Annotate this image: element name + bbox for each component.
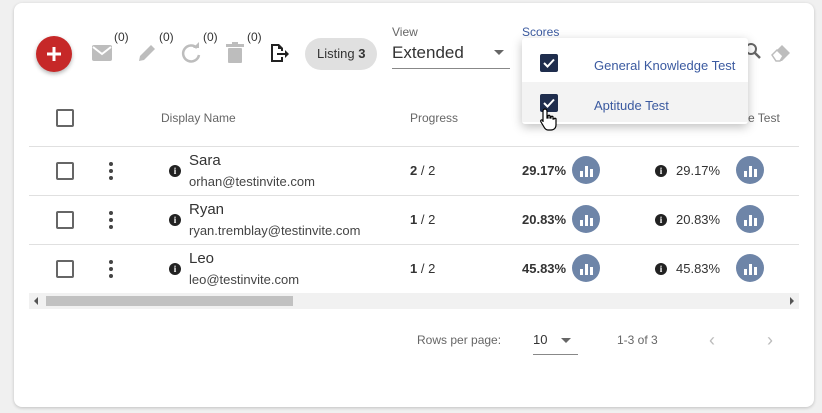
divider	[29, 146, 799, 147]
next-page-button[interactable]: ›	[767, 331, 773, 349]
view-label: View	[392, 25, 418, 39]
row-score-general: 45.83%	[522, 261, 567, 276]
refresh-icon	[181, 42, 201, 63]
previous-page-button[interactable]: ‹	[709, 331, 715, 349]
page-range: 1-3 of 3	[617, 333, 658, 347]
row-progress: 1 / 2	[410, 261, 436, 276]
info-icon[interactable]: i	[655, 165, 667, 177]
select-all-checkbox[interactable]	[56, 109, 74, 127]
header-display-name[interactable]: Display Name	[161, 111, 236, 125]
delete-button[interactable]	[222, 40, 248, 66]
info-icon[interactable]: i	[169, 263, 181, 275]
divider	[29, 195, 799, 196]
row-score-general: 20.83%	[522, 212, 567, 227]
plus-icon	[47, 47, 61, 61]
checkbox-checked-icon[interactable]	[540, 54, 558, 72]
row-name: Ryan	[189, 201, 225, 218]
scores-option-general-knowledge[interactable]: General Knowledge Test	[522, 42, 748, 82]
scroll-right-icon[interactable]	[790, 297, 794, 305]
row-email: leo@testinvite.com	[189, 272, 300, 287]
row-progress: 2 / 2	[410, 163, 436, 178]
edit-button[interactable]	[134, 40, 160, 66]
row-menu-icon[interactable]	[109, 211, 113, 229]
info-icon[interactable]: i	[655, 263, 667, 275]
divider	[29, 244, 799, 245]
row-name: Leo	[189, 250, 215, 267]
delete-count: (0)	[247, 30, 262, 44]
rows-per-page-arrow-icon[interactable]	[561, 338, 571, 343]
view-dropdown-arrow-icon[interactable]	[494, 50, 504, 55]
scrollbar-thumb[interactable]	[46, 296, 293, 306]
info-icon[interactable]: i	[169, 165, 181, 177]
mail-button[interactable]	[89, 40, 115, 66]
row-score-aptitude: 20.83%	[676, 212, 721, 227]
export-icon	[271, 44, 289, 62]
info-icon[interactable]: i	[655, 214, 667, 226]
row-progress: 1 / 2	[410, 212, 436, 227]
mail-icon	[92, 45, 112, 61]
header-aptitude-test[interactable]: e Test	[748, 111, 780, 125]
rows-per-page-label: Rows per page:	[417, 333, 502, 347]
chart-icon[interactable]	[736, 156, 764, 184]
refresh-count: (0)	[203, 30, 218, 44]
chip-label: Listing	[317, 46, 355, 61]
chart-icon[interactable]	[572, 254, 600, 282]
rows-per-page-underline	[533, 354, 578, 355]
header-progress[interactable]: Progress	[410, 111, 458, 125]
refresh-button[interactable]	[178, 40, 204, 66]
view-select[interactable]: Extended	[392, 43, 464, 63]
add-button[interactable]	[36, 36, 72, 72]
chart-icon[interactable]	[736, 254, 764, 282]
row-checkbox[interactable]	[56, 162, 74, 180]
horizontal-scrollbar[interactable]	[29, 293, 799, 309]
row-score-aptitude: 45.83%	[676, 261, 721, 276]
edit-count: (0)	[159, 30, 174, 44]
listing-chip[interactable]: Listing 3	[305, 38, 378, 70]
row-name: Sara	[189, 152, 221, 169]
trash-icon	[226, 42, 244, 63]
row-score-aptitude: 29.17%	[676, 163, 721, 178]
mail-count: (0)	[114, 30, 129, 44]
option-label: Aptitude Test	[594, 98, 669, 113]
rows-per-page-select[interactable]: 10	[533, 332, 547, 347]
view-underline	[392, 68, 510, 69]
row-menu-icon[interactable]	[109, 162, 113, 180]
option-label: General Knowledge Test	[594, 58, 736, 73]
row-email: ryan.tremblay@testinvite.com	[189, 223, 361, 238]
hand-cursor-icon	[540, 108, 558, 137]
row-checkbox[interactable]	[56, 260, 74, 278]
clear-filter-icon[interactable]	[770, 42, 794, 67]
chip-count: 3	[358, 46, 366, 61]
row-checkbox[interactable]	[56, 211, 74, 229]
export-button[interactable]	[266, 40, 292, 66]
chart-icon[interactable]	[736, 205, 764, 233]
chart-icon[interactable]	[572, 156, 600, 184]
chart-icon[interactable]	[572, 205, 600, 233]
scores-label: Scores	[522, 25, 560, 39]
row-score-general: 29.17%	[522, 163, 567, 178]
pencil-icon	[139, 45, 155, 61]
row-menu-icon[interactable]	[109, 260, 113, 278]
info-icon[interactable]: i	[169, 214, 181, 226]
scroll-left-icon[interactable]	[34, 297, 38, 305]
row-email: orhan@testinvite.com	[189, 174, 315, 189]
